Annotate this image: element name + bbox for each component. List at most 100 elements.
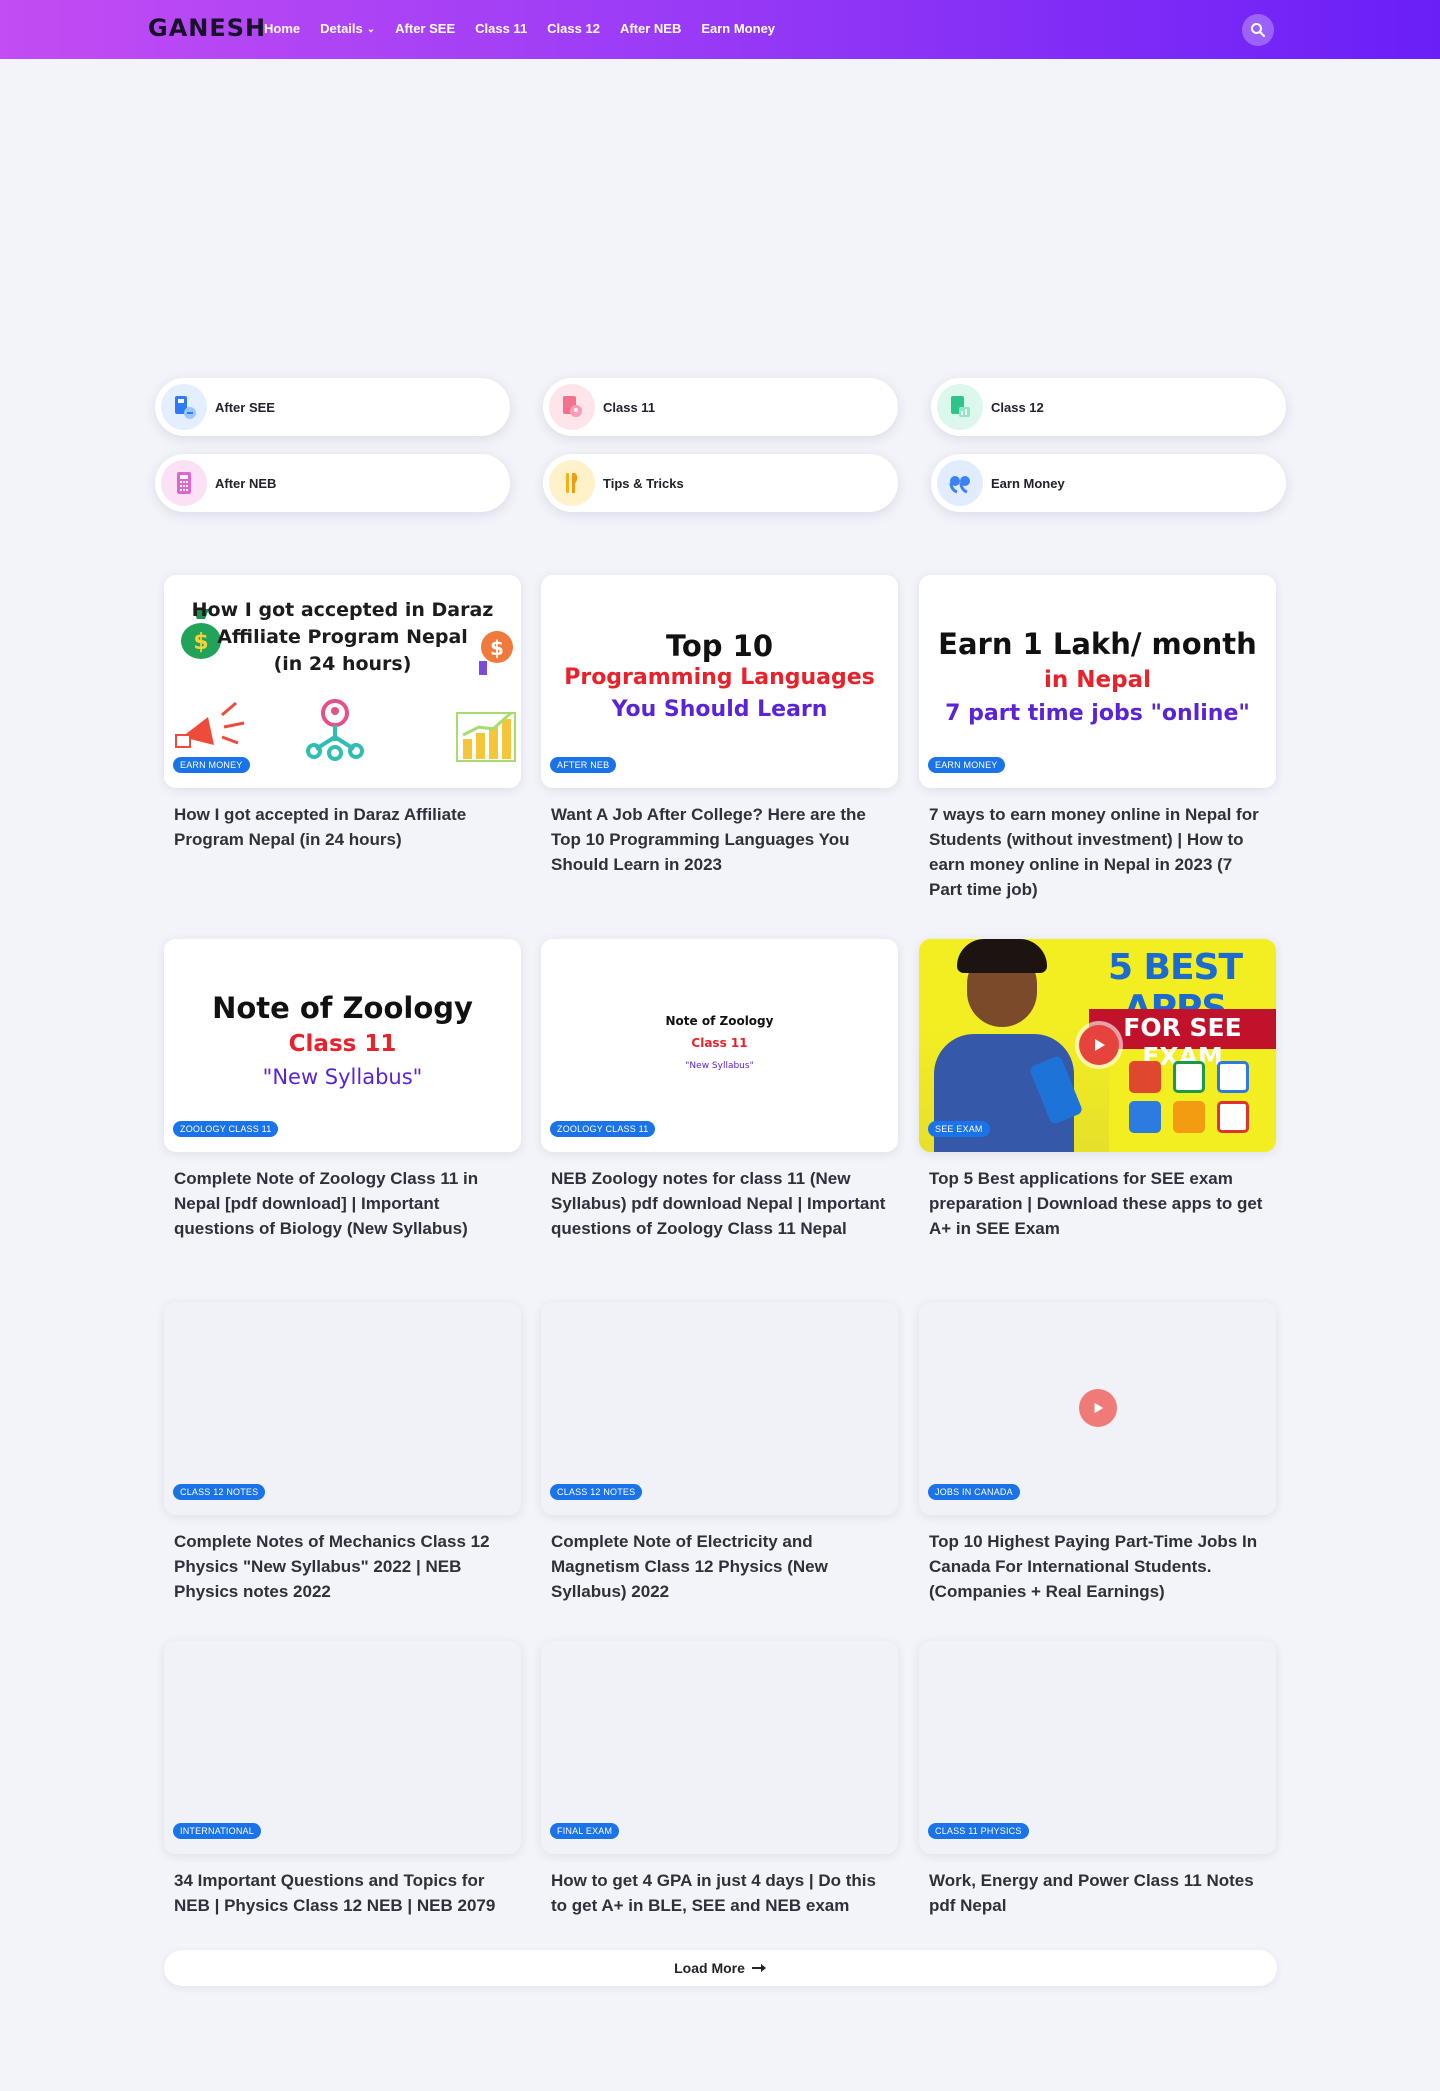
chart-doc-icon <box>937 384 983 430</box>
nav-label: Class 11 <box>475 21 528 36</box>
category-after-neb[interactable]: After NEB <box>155 454 510 512</box>
category-badge[interactable]: ZOOLOGY CLASS 11 <box>550 1121 656 1137</box>
nav-class-11[interactable]: Class 11 <box>475 21 527 36</box>
post-title[interactable]: Complete Notes of Mechanics Class 12 Phy… <box>164 1529 521 1604</box>
category-badge[interactable]: EARN MONEY <box>173 757 250 773</box>
post-title[interactable]: 7 ways to earn money online in Nepal for… <box>919 802 1276 902</box>
search-button[interactable] <box>1242 14 1274 46</box>
nav-home[interactable]: Home <box>264 21 300 36</box>
post-card[interactable]: Note of Zoology Class 11 "New Syllabus" … <box>541 939 898 1241</box>
post-title[interactable]: How I got accepted in Daraz Affiliate Pr… <box>164 802 521 852</box>
post-card[interactable]: CLASS 12 NOTES Complete Notes of Mechani… <box>164 1302 521 1604</box>
post-title[interactable]: Work, Energy and Power Class 11 Notes pd… <box>919 1868 1276 1918</box>
play-button[interactable] <box>1079 1025 1119 1065</box>
thumb-headline: (in 24 hours) <box>273 653 412 675</box>
load-more-button[interactable]: Load More <box>164 1950 1277 1986</box>
post-title[interactable]: Top 5 Best applications for SEE exam pre… <box>919 1166 1276 1241</box>
category-badge[interactable]: CLASS 11 PHYSICS <box>928 1823 1029 1839</box>
category-earn-money[interactable]: Earn Money <box>931 454 1286 512</box>
nav-after-see[interactable]: After SEE <box>395 21 455 36</box>
category-label: After NEB <box>215 475 277 491</box>
phone-book-icon <box>161 384 207 430</box>
network-icon <box>306 699 364 761</box>
nav-class-12[interactable]: Class 12 <box>547 21 600 36</box>
post-card[interactable]: 5 BEST APPS FOR SEE EXAM SEE EXAM Top 5 … <box>919 939 1276 1241</box>
post-card[interactable]: FINAL EXAM How to get 4 GPA in just 4 da… <box>541 1641 898 1918</box>
play-icon <box>1094 1402 1104 1414</box>
thumb-headline: Class 11 <box>691 1036 748 1050</box>
nav-label: Details <box>320 21 363 36</box>
category-badge[interactable]: JOBS IN CANADA <box>928 1484 1020 1500</box>
post-card[interactable]: INTERNATIONAL 34 Important Questions and… <box>164 1641 521 1918</box>
category-after-see[interactable]: After SEE <box>155 378 510 436</box>
site-logo[interactable]: GANESH <box>148 14 266 42</box>
category-label: Tips & Tricks <box>603 475 684 491</box>
category-tips-tricks[interactable]: Tips & Tricks <box>543 454 898 512</box>
post-title[interactable]: How to get 4 GPA in just 4 days | Do thi… <box>541 1868 898 1918</box>
nav-after-neb[interactable]: After NEB <box>620 21 681 36</box>
play-button[interactable] <box>1079 1389 1117 1427</box>
post-thumbnail[interactable]: Earn 1 Lakh/ month in Nepal 7 part time … <box>919 575 1276 788</box>
load-more-label: Load More <box>674 1960 745 1976</box>
post-card[interactable]: JOBS IN CANADA Top 10 Highest Paying Par… <box>919 1302 1276 1604</box>
top-navbar: GANESH Home Details ⌄ After SEE Class 11 … <box>0 0 1440 59</box>
bar-chart-icon <box>456 711 516 762</box>
post-thumbnail[interactable]: CLASS 12 NOTES <box>164 1302 521 1515</box>
post-card[interactable]: Note of Zoology Class 11 "New Syllabus" … <box>164 939 521 1241</box>
nav-label: Earn Money <box>701 21 776 36</box>
thumb-headline: in Nepal <box>1044 667 1151 693</box>
post-thumbnail[interactable]: Top 10 Programming Languages You Should … <box>541 575 898 788</box>
megaphone-icon <box>175 701 245 748</box>
search-icon <box>1251 23 1266 38</box>
post-title[interactable]: 34 Important Questions and Topics for NE… <box>164 1868 521 1918</box>
post-card[interactable]: Top 10 Programming Languages You Should … <box>541 575 898 877</box>
map-pin-icon <box>549 384 595 430</box>
thumb-headline: Class 11 <box>288 1031 397 1057</box>
thumb-headline: How I got accepted in Daraz <box>191 599 494 621</box>
thumb-headline: Note of Zoology <box>212 991 473 1025</box>
thumb-headline: Note of Zoology <box>665 1014 774 1028</box>
category-badge[interactable]: CLASS 12 NOTES <box>550 1484 643 1500</box>
nav-label: Home <box>264 21 301 36</box>
play-icon <box>1095 1039 1105 1051</box>
post-title[interactable]: Complete Note of Zoology Class 11 in Nep… <box>164 1166 521 1241</box>
category-class-11[interactable]: Class 11 <box>543 378 898 436</box>
category-class-12[interactable]: Class 12 <box>931 378 1286 436</box>
post-thumbnail[interactable]: INTERNATIONAL <box>164 1641 521 1854</box>
post-thumbnail[interactable]: Note of Zoology Class 11 "New Syllabus" … <box>541 939 898 1152</box>
post-card[interactable]: Earn 1 Lakh/ month in Nepal 7 part time … <box>919 575 1276 902</box>
category-badge[interactable]: FINAL EXAM <box>550 1823 620 1839</box>
category-badge[interactable]: CLASS 12 NOTES <box>173 1484 266 1500</box>
post-title[interactable]: NEB Zoology notes for class 11 (New Syll… <box>541 1166 898 1241</box>
category-badge[interactable]: EARN MONEY <box>928 757 1005 773</box>
category-label: Class 12 <box>991 399 1044 415</box>
quote-icon <box>937 460 983 506</box>
nav-details[interactable]: Details ⌄ <box>320 21 375 36</box>
category-badge[interactable]: INTERNATIONAL <box>173 1823 261 1839</box>
post-thumbnail[interactable]: Note of Zoology Class 11 "New Syllabus" … <box>164 939 521 1152</box>
category-badge[interactable]: SEE EXAM <box>928 1121 990 1137</box>
thumb-headline: 7 part time jobs "online" <box>945 701 1250 726</box>
thumb-headline: Earn 1 Lakh/ month <box>938 627 1257 661</box>
category-badge[interactable]: ZOOLOGY CLASS 11 <box>173 1121 279 1137</box>
post-title[interactable]: Want A Job After College? Here are the T… <box>541 802 898 877</box>
post-thumbnail[interactable]: $ How I got accepted in Daraz Affiliate … <box>164 575 521 788</box>
post-thumbnail[interactable]: FINAL EXAM <box>541 1641 898 1854</box>
chevron-down-icon: ⌄ <box>366 24 376 35</box>
thumb-headline: Affiliate Program Nepal <box>217 626 468 648</box>
post-card[interactable]: CLASS 11 PHYSICS Work, Energy and Power … <box>919 1641 1276 1918</box>
post-thumbnail[interactable]: CLASS 11 PHYSICS <box>919 1641 1276 1854</box>
post-card[interactable]: CLASS 12 NOTES Complete Note of Electric… <box>541 1302 898 1604</box>
fork-knife-icon <box>549 460 595 506</box>
nav-earn-money[interactable]: Earn Money <box>701 21 775 36</box>
category-label: Class 11 <box>603 399 656 415</box>
post-thumbnail[interactable]: CLASS 12 NOTES <box>541 1302 898 1515</box>
thumb-headline: "New Syllabus" <box>685 1061 754 1071</box>
post-title[interactable]: Top 10 Highest Paying Part-Time Jobs In … <box>919 1529 1276 1604</box>
category-badge[interactable]: AFTER NEB <box>550 757 617 773</box>
post-thumbnail[interactable]: JOBS IN CANADA <box>919 1302 1276 1515</box>
price-tag-icon: $ <box>479 631 513 675</box>
post-title[interactable]: Complete Note of Electricity and Magneti… <box>541 1529 898 1604</box>
post-card[interactable]: $ How I got accepted in Daraz Affiliate … <box>164 575 521 852</box>
post-thumbnail[interactable]: 5 BEST APPS FOR SEE EXAM SEE EXAM <box>919 939 1276 1152</box>
